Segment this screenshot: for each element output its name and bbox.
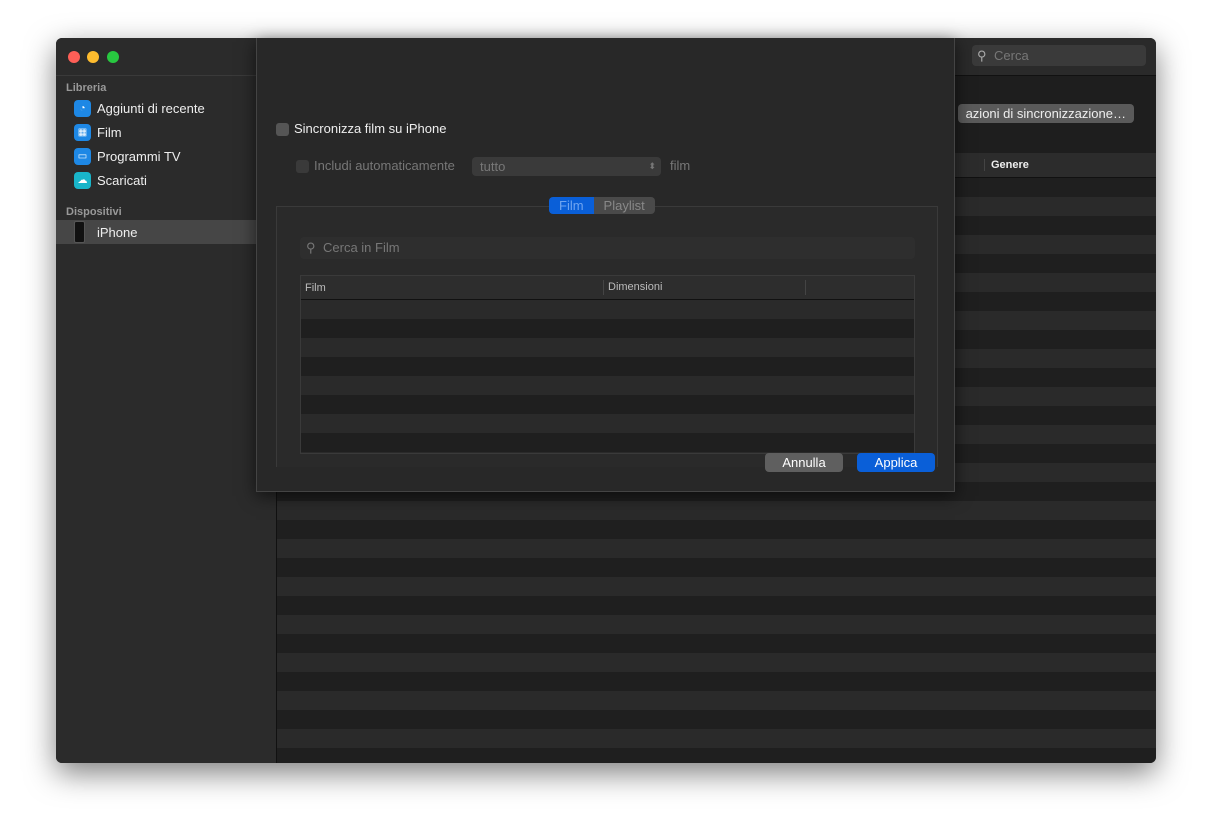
sidebar-item-film[interactable]: ▦ Film	[56, 120, 276, 144]
segmented-control: Film Playlist	[549, 197, 655, 214]
zoom-button[interactable]	[107, 51, 119, 63]
sync-sheet: Sincronizza film su iPhone Includi autom…	[256, 38, 955, 492]
search-input[interactable]: ⚲ Cerca	[972, 45, 1146, 66]
include-suffix: film	[670, 158, 691, 173]
close-button[interactable]	[68, 51, 80, 63]
search-icon: ⚲	[306, 240, 316, 255]
sidebar-item-downloads[interactable]: ☁ Scaricati	[56, 168, 276, 192]
film-search-input[interactable]: ⚲ Cerca in Film	[300, 237, 915, 259]
column-size[interactable]: Dimensioni	[603, 280, 662, 295]
download-icon: ☁	[74, 171, 91, 189]
updown-chevron-icon: ⬍	[648, 161, 656, 171]
include-row: Includi automaticamente	[296, 158, 455, 174]
column-genre[interactable]: Genere	[984, 159, 1029, 171]
sidebar-item-tv[interactable]: ▭ Programmi TV	[56, 144, 276, 168]
apply-button[interactable]: Applica	[857, 453, 935, 472]
tab-film[interactable]: Film	[549, 197, 594, 214]
table-rows	[301, 300, 914, 453]
film-icon: ▦	[74, 123, 91, 141]
sidebar: Libreria ◔ Aggiunti di recente ▦ Film ▭ Pro…	[56, 38, 277, 763]
section-devices: Dispositivi	[66, 206, 122, 218]
cancel-button[interactable]: Annulla	[765, 453, 843, 472]
include-select[interactable]: tutto ⬍	[472, 157, 661, 176]
sidebar-item-recent[interactable]: ◔ Aggiunti di recente	[56, 96, 276, 120]
minimize-button[interactable]	[87, 51, 99, 63]
sidebar-item-iphone[interactable]: iPhone	[56, 220, 276, 244]
clock-icon: ◔	[74, 99, 91, 117]
search-icon: ⚲	[977, 48, 987, 63]
iphone-icon	[74, 221, 85, 243]
sync-checkbox[interactable]: Sincronizza film su iPhone	[276, 121, 446, 137]
section-library: Libreria	[66, 82, 107, 94]
include-checkbox[interactable]	[296, 160, 309, 174]
sync-settings-button[interactable]: azioni di sincronizzazione…	[957, 104, 1134, 123]
film-table: Film Dimensioni	[300, 275, 915, 454]
column-film[interactable]: Film	[305, 282, 326, 294]
checkbox[interactable]	[276, 123, 289, 137]
tab-playlist[interactable]: Playlist	[593, 197, 655, 214]
tv-icon: ▭	[74, 147, 91, 165]
